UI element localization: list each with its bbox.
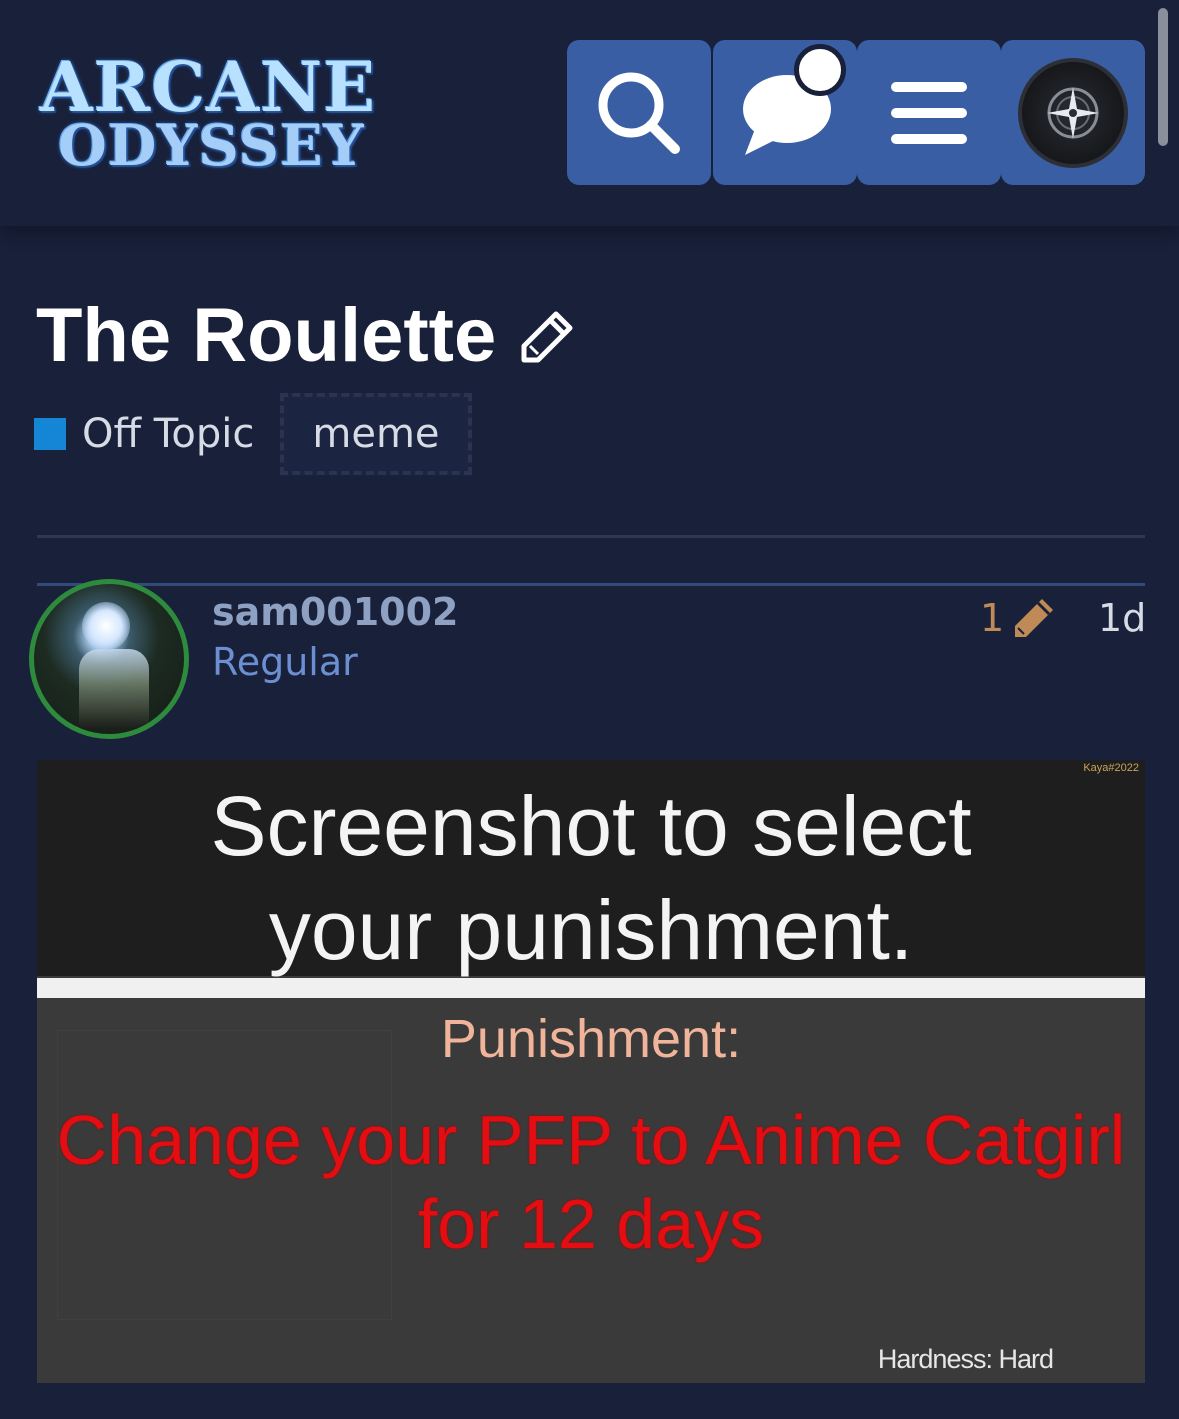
- hamburger-menu-icon: [891, 81, 967, 144]
- tag-meme[interactable]: meme: [280, 393, 472, 475]
- site-header: ARCANE ODYSSEY: [0, 0, 1179, 226]
- user-menu-button[interactable]: [1001, 40, 1145, 185]
- meme-punishment-line-2: for 12 days: [417, 1185, 765, 1263]
- topic-meta: Off Topic meme: [34, 392, 472, 476]
- menu-button[interactable]: [857, 40, 1001, 185]
- meme-header: Kaya#2022 Screenshot to select your puni…: [37, 760, 1145, 977]
- avatar-orb: [82, 602, 130, 650]
- post-image[interactable]: Kaya#2022 Screenshot to select your puni…: [37, 760, 1145, 1383]
- post-author-avatar[interactable]: [29, 579, 189, 739]
- post-divider: [37, 583, 1145, 586]
- divider: [37, 535, 1145, 538]
- pencil-icon: [521, 311, 573, 362]
- search-button[interactable]: [567, 40, 711, 185]
- meme-punishment-text: Change your PFP to Anime Catgirl for 12 …: [37, 1098, 1145, 1266]
- category-link[interactable]: Off Topic: [82, 411, 254, 457]
- edit-title-button[interactable]: [520, 310, 574, 369]
- topic-title-row: The Roulette: [36, 290, 574, 380]
- post-age[interactable]: 1d: [1098, 596, 1146, 640]
- site-logo[interactable]: ARCANE ODYSSEY: [36, 52, 376, 182]
- post-user-title: Regular: [212, 640, 358, 684]
- meme-watermark: Kaya#2022: [1083, 762, 1139, 774]
- meme-punishment-line-1: Change your PFP to Anime Catgirl: [56, 1101, 1126, 1179]
- meme-headline: Screenshot to select your punishment.: [37, 774, 1145, 982]
- search-icon: [598, 72, 680, 154]
- logo-line-2: ODYSSEY: [58, 113, 365, 179]
- topic-title[interactable]: The Roulette: [36, 292, 496, 379]
- post-username[interactable]: sam001002: [212, 590, 459, 634]
- meme-hardness: Hardness: Hard: [877, 1344, 1054, 1374]
- category-color-badge: [34, 418, 66, 450]
- meme-headline-line-2: your punishment.: [268, 883, 914, 977]
- pencil-icon: [1015, 599, 1054, 637]
- meme-divider-stripe: [37, 978, 1145, 998]
- scrollbar[interactable]: [1158, 8, 1168, 146]
- logo-line-1: ARCANE: [40, 48, 377, 128]
- compass-emblem-icon: [1047, 86, 1099, 139]
- edit-history-button[interactable]: 1: [980, 596, 1056, 640]
- topic-page: ARCANE ODYSSEY The Roulette Off Topic me…: [0, 0, 1179, 1419]
- notification-dot: [794, 44, 846, 96]
- user-avatar: [1018, 57, 1128, 168]
- meme-body: Punishment: Change your PFP to Anime Cat…: [37, 998, 1145, 1383]
- meme-punishment-label: Punishment:: [440, 1009, 742, 1069]
- avatar-figure: [79, 649, 149, 729]
- edit-count: 1: [980, 596, 1005, 640]
- meme-headline-line-1: Screenshot to select: [210, 779, 972, 873]
